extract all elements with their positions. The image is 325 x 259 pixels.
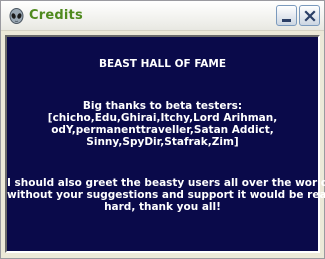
text-line: I should also greet the beasty users all… xyxy=(7,177,325,189)
text-line: Big thanks to beta testers: xyxy=(82,100,243,112)
text-line: odY,permanenttraveller,Satan Addict, xyxy=(51,124,274,136)
text-line: without your suggestions and support it … xyxy=(7,189,325,201)
close-icon xyxy=(304,10,316,22)
minimize-icon xyxy=(282,19,291,22)
credits-panel: BEAST HALL OF FAME Big thanks to beta te… xyxy=(5,35,325,253)
greeting-text: I should also greet the beasty users all… xyxy=(7,177,325,213)
close-button[interactable] xyxy=(299,5,320,26)
minimize-button[interactable] xyxy=(276,5,297,26)
text-line: hard, thank you all! xyxy=(104,201,221,213)
credits-window: Credits BEAST HALL OF FAME Big thanks to… xyxy=(0,0,325,259)
alien-head-icon xyxy=(8,8,25,25)
text-line: [chicho,Edu,Ghirai,Itchy,Lord Arihman, xyxy=(47,112,278,124)
title-bar[interactable]: Credits xyxy=(1,1,324,31)
beta-testers-text: Big thanks to beta testers: [chicho,Edu,… xyxy=(7,100,318,148)
hall-of-fame-heading: BEAST HALL OF FAME xyxy=(98,58,227,70)
text-line: Sinny,SpyDir,Stafrak,Zim] xyxy=(86,136,239,148)
window-title: Credits xyxy=(29,8,83,23)
